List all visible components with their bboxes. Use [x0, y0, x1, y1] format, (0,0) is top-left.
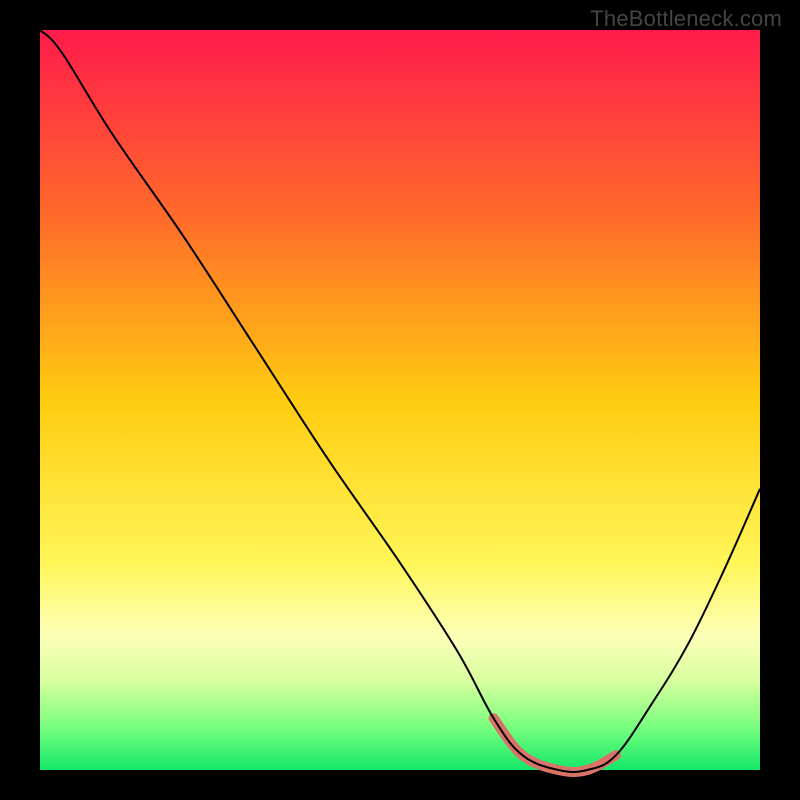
- watermark-text: TheBottleneck.com: [590, 6, 782, 32]
- chart-frame: TheBottleneck.com: [0, 0, 800, 800]
- gradient-plot-area: [40, 30, 760, 770]
- chart-svg: [0, 0, 800, 800]
